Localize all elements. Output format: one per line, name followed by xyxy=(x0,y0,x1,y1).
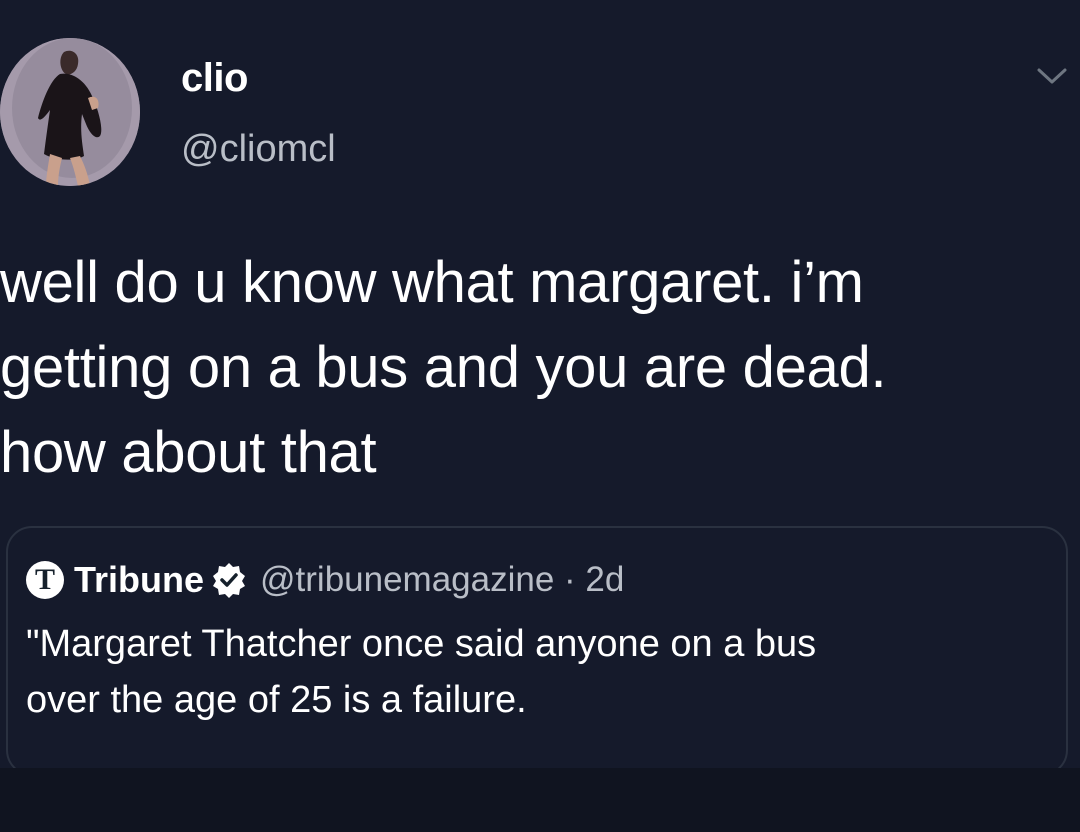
bottom-bar xyxy=(0,768,1080,832)
quoted-tweet-header: T Tribune @tribunemagazine · 2d xyxy=(26,558,624,602)
user-handle[interactable]: @cliomcl xyxy=(181,128,336,171)
avatar[interactable] xyxy=(0,38,140,186)
avatar-photo xyxy=(0,38,140,186)
quoted-display-name: Tribune xyxy=(74,559,205,600)
tweet-container: clio @cliomcl well do u know what margar… xyxy=(0,0,1080,776)
quoted-handle-timestamp: @tribunemagazine · 2d xyxy=(260,560,625,599)
tweet-text: well do u know what margaret. i’m gettin… xyxy=(0,250,887,485)
quoted-avatar: T xyxy=(26,561,64,599)
quoted-tweet-text: "Margaret Thatcher once said anyone on a… xyxy=(26,623,817,721)
verified-badge-icon xyxy=(213,563,246,598)
chevron-down-icon[interactable] xyxy=(1035,64,1069,88)
display-name[interactable]: clio xyxy=(181,56,248,101)
